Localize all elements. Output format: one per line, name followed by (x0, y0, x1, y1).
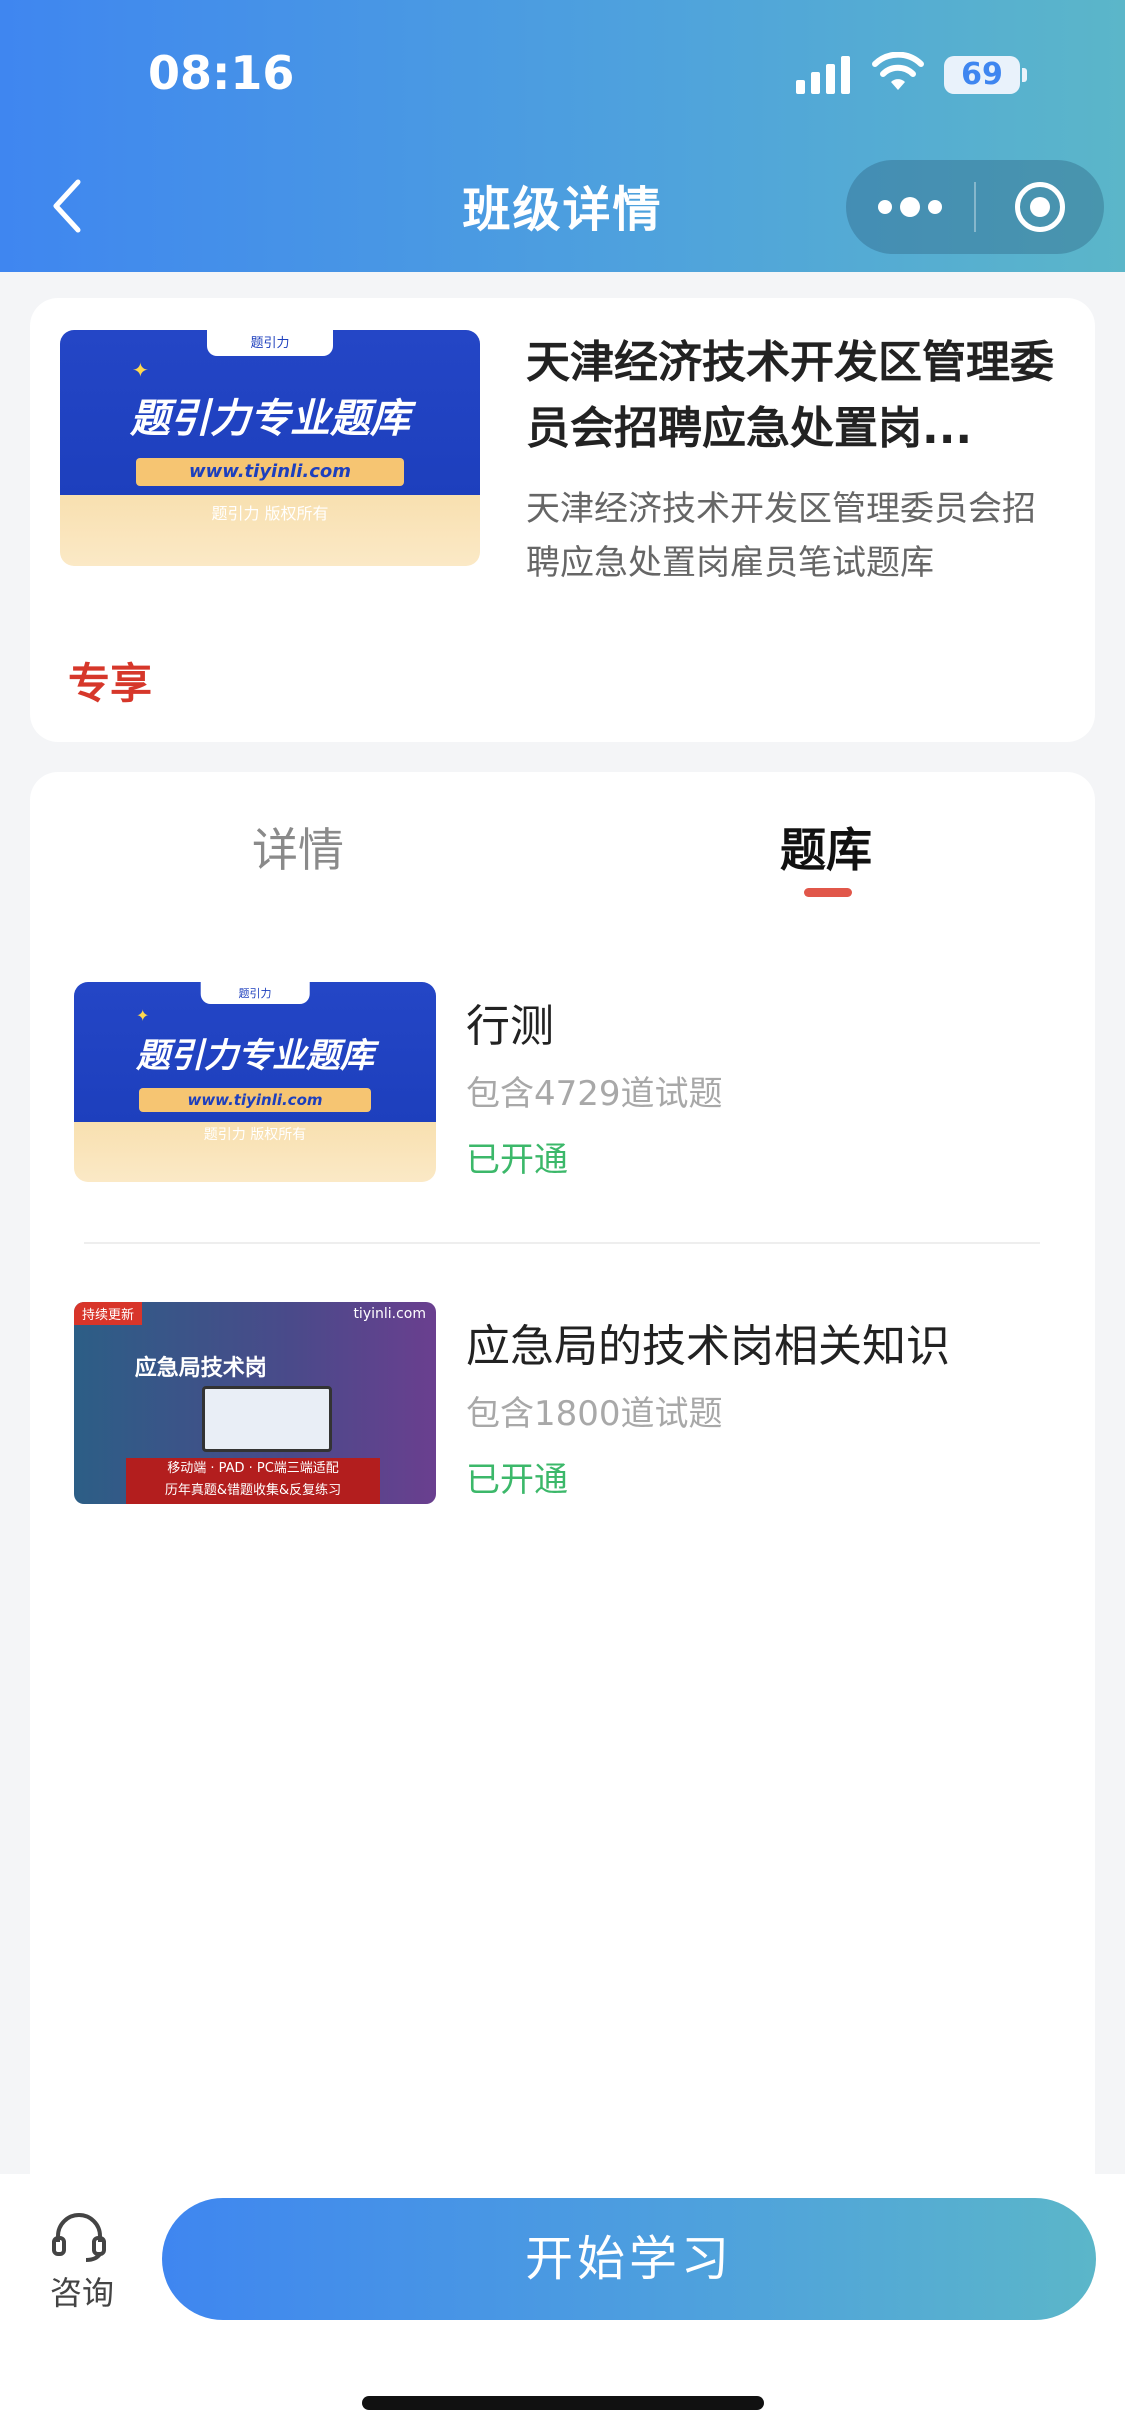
cover-brand: tiyinli.com (353, 1306, 426, 1322)
status-time: 08:16 (148, 46, 295, 100)
question-count: 包含1800道试题 (466, 1394, 723, 1434)
more-options-icon[interactable] (846, 160, 974, 254)
question-bank-cover-image[interactable]: 持续更新 tiyinli.com 应急局技术岗 移动端 · PAD · PC端三… (74, 1302, 436, 1504)
tab-details[interactable]: 详情 (252, 814, 344, 880)
cover-copyright: 题引力 版权所有 (203, 1127, 307, 1143)
question-bank-title[interactable]: 行测 (466, 990, 554, 1054)
active-tab-indicator (804, 888, 852, 897)
update-tag: 持续更新 (74, 1302, 143, 1325)
question-bank-title[interactable]: 应急局的技术岗相关知识 (466, 1310, 950, 1374)
cover-brand: 题引力 (200, 982, 310, 1004)
tab-question-bank[interactable]: 题库 (780, 814, 872, 880)
home-indicator[interactable] (362, 2396, 764, 2410)
wifi-icon (872, 52, 924, 90)
course-description: 天津经济技术开发区管理委员会招聘应急处置岗雇员笔试题库 (526, 489, 1036, 583)
question-bank-cover-image[interactable]: 题引力 ✦ 题引力专业题库 www.tiyinli.com 题引力 版权所有 (74, 982, 436, 1182)
star-icon: ✦ (132, 358, 149, 382)
open-status: 已开通 (466, 1460, 568, 1500)
cover-banner-line-2: 历年真题&错题收集&反复练习 (164, 1483, 342, 1498)
open-status: 已开通 (466, 1140, 568, 1180)
course-title: 天津经济技术开发区管理委员会招聘应急处置岗... (526, 337, 1054, 454)
cover-brand: 题引力 (207, 330, 333, 356)
star-icon: ✦ (136, 1006, 150, 1025)
course-cover-image: 题引力 ✦ 题引力专业题库 www.tiyinli.com 题引力 版权所有 (60, 330, 480, 566)
cover-banner: 移动端 · PAD · PC端三端适配 历年真题&错题收集&反复练习 (126, 1458, 380, 1504)
start-learning-button[interactable]: 开始学习 (162, 2198, 1096, 2320)
cover-banner-line-1: 移动端 · PAD · PC端三端适配 (167, 1461, 339, 1476)
devices-illustration (202, 1386, 332, 1452)
consult-button[interactable]: 咨询 (50, 2268, 114, 2314)
cover-url: www.tiyinli.com (135, 458, 405, 486)
question-count: 包含4729道试题 (466, 1074, 723, 1114)
cover-title: 题引力专业题库 (130, 396, 410, 442)
cover-title: 应急局技术岗 (134, 1356, 267, 1381)
battery-icon: 69 (944, 56, 1020, 94)
cover-copyright: 题引力 版权所有 (211, 504, 329, 523)
cellular-signal-icon (796, 54, 850, 94)
list-divider (84, 1242, 1040, 1244)
cover-url: www.tiyinli.com (139, 1088, 371, 1112)
cover-title: 题引力专业题库 (136, 1036, 374, 1076)
mini-program-capsule (846, 160, 1104, 254)
headset-icon[interactable] (50, 2212, 108, 2262)
close-mini-program-icon[interactable] (976, 160, 1104, 254)
battery-cap (1022, 68, 1027, 82)
exclusive-badge: 专享 (68, 659, 153, 708)
